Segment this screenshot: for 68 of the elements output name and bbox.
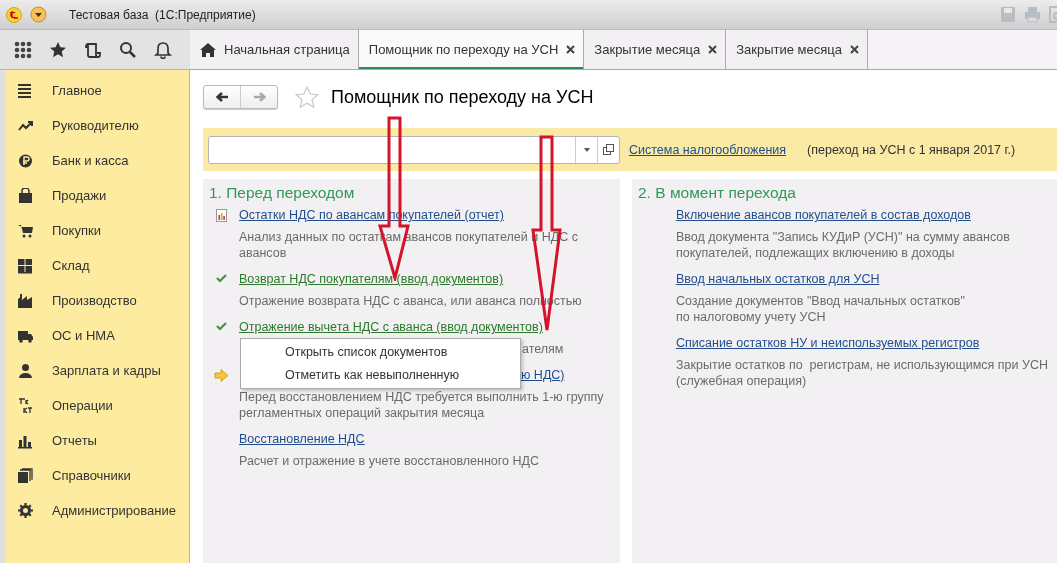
save-icon (1000, 6, 1016, 23)
debit-credit-icon (18, 397, 33, 414)
task-link[interactable]: Восстановление НДС (239, 430, 365, 448)
search-icon (119, 40, 137, 59)
sidebar-item[interactable]: Производство (6, 283, 189, 318)
cart-icon (18, 222, 33, 239)
apps-grid-icon (14, 40, 32, 59)
sidebar-item[interactable]: Покупки (6, 213, 189, 248)
tax-system-field[interactable] (208, 135, 620, 164)
person-icon (18, 362, 33, 379)
task-description: Создание документов "Ввод начальных остатков" по налоговому учету УСН (676, 293, 965, 325)
task-link[interactable]: Включение авансов покупателей в состав доходов (676, 206, 971, 224)
sidebar-item[interactable]: Справочники (6, 458, 189, 493)
check-icon (215, 321, 227, 331)
section-heading: 1. Перед переходом (209, 184, 356, 202)
logo-icon (6, 6, 22, 23)
dropdown-icon[interactable] (30, 6, 47, 23)
grid-icon (18, 257, 33, 274)
sidebar-item[interactable]: Банк и касса (6, 143, 189, 178)
task-description: Перед восстановлением НДС требуется выполнить 1-ю группу регламентных операций закрытия месяца (239, 389, 604, 421)
menu-item[interactable]: Открыть список документов (241, 344, 520, 359)
sidebar-item[interactable]: Главное (6, 73, 189, 108)
settings-icon (18, 502, 33, 519)
forward-arrow-icon (251, 91, 267, 103)
menu-item[interactable]: Отметить как невыполненную (241, 368, 520, 383)
task-link[interactable]: Списание остатков НУ и неиспользуемых регистров (676, 334, 980, 352)
task-description: Расчет и отражение в учете восстановленного НДС (239, 453, 539, 469)
page-title: Помощник по переходу на УСН (331, 86, 594, 108)
task-description: Закрытие остатков по регистрам, не использующимся при УСН (служебная операция) (676, 357, 1048, 389)
books-icon (18, 467, 33, 484)
sidebar-item[interactable]: Зарплата и кадры (6, 353, 189, 388)
task-link[interactable]: Отражение вычета НДС с аванса (ввод документов) (239, 318, 543, 336)
task-link[interactable]: Возврат НДС покупателям (ввод документов) (239, 270, 504, 288)
scroll-icon (84, 40, 102, 59)
close-icon[interactable] (849, 45, 859, 54)
bell-icon (154, 40, 172, 59)
tax-system-link[interactable]: Система налогообложения (629, 142, 787, 157)
ruble-icon (18, 152, 33, 169)
sidebar-item[interactable]: Администрирование (6, 493, 189, 528)
print-icon (1024, 6, 1041, 23)
open-icon (603, 144, 614, 155)
close-icon[interactable] (708, 45, 718, 54)
transition-note: (переход на УСН с 1 января 2017 г.) (807, 142, 1016, 157)
sidebar-item[interactable]: Склад (6, 248, 189, 283)
report-icon (215, 209, 227, 222)
dropdown-icon (583, 147, 590, 152)
task-description: ателям (522, 341, 564, 357)
sidebar-item[interactable]: Руководителю (6, 108, 189, 143)
task-link[interactable]: Ввод начальных остатков для УСН (676, 270, 880, 288)
home-icon (200, 41, 216, 58)
check-icon (215, 273, 227, 283)
section-heading: 2. В момент перехода (638, 184, 797, 202)
bag-icon (18, 187, 33, 204)
menu-icon (18, 82, 33, 99)
sidebar-item[interactable]: Операции (6, 388, 189, 423)
close-icon[interactable] (566, 45, 576, 54)
task-link[interactable]: ю НДС) (521, 366, 565, 384)
arrow-right-icon (213, 369, 229, 382)
back-arrow-icon (214, 91, 230, 103)
star-icon (49, 40, 67, 59)
task-description: Ввод документа "Запись КУДиР (УСН)" на сумму авансов покупателей, подлежащих включению в доходы (676, 229, 1010, 261)
sidebar-item[interactable]: Отчеты (6, 423, 189, 458)
factory-icon (18, 292, 33, 309)
sidebar-item[interactable]: Продажи (6, 178, 189, 213)
star-icon[interactable] (295, 86, 319, 108)
window-title: Тестовая база (1С:Предприятие) (69, 7, 256, 22)
tab[interactable]: Помощник по переходу на УСН (358, 30, 585, 69)
sidebar-item[interactable]: ОС и НМА (6, 318, 189, 353)
